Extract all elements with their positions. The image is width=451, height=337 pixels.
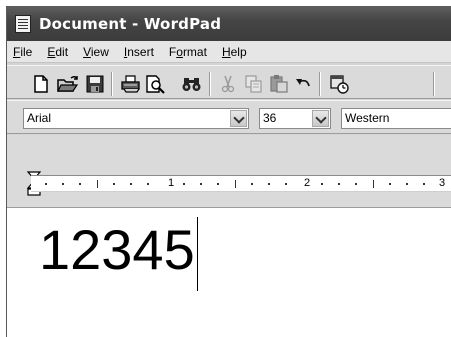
copy-icon bbox=[245, 75, 262, 93]
standard-toolbar bbox=[7, 65, 451, 99]
font-name-select[interactable]: Arial bbox=[23, 108, 249, 129]
cut-icon bbox=[221, 75, 235, 93]
ruler-tick bbox=[97, 180, 98, 188]
ruler-dot bbox=[355, 183, 357, 185]
cut-button bbox=[218, 74, 238, 94]
font-script-value: Western bbox=[345, 111, 390, 125]
ruler-number: 1 bbox=[168, 177, 175, 189]
ruler-number: 3 bbox=[439, 177, 446, 189]
new-icon bbox=[34, 75, 48, 93]
insert-datetime-button[interactable] bbox=[329, 74, 349, 94]
new-button[interactable] bbox=[31, 74, 51, 94]
document-editor[interactable]: 12345 bbox=[7, 207, 451, 337]
print-preview-button[interactable] bbox=[145, 74, 165, 94]
ruler-dot bbox=[147, 183, 149, 185]
toolbar-separator bbox=[111, 72, 113, 96]
toolbar-separator bbox=[209, 72, 211, 96]
ruler-dot bbox=[183, 183, 185, 185]
find-button[interactable] bbox=[181, 74, 201, 94]
print-icon bbox=[121, 75, 140, 93]
font-name-value: Arial bbox=[27, 111, 52, 125]
print-preview-icon bbox=[146, 75, 165, 94]
font-script-select[interactable]: Western bbox=[341, 108, 451, 129]
ruler-dot bbox=[217, 183, 219, 185]
menu-format[interactable]: Format bbox=[167, 45, 207, 59]
title-bar[interactable]: Document - WordPad bbox=[7, 7, 451, 41]
ruler-dot bbox=[251, 183, 253, 185]
toolbar-separator bbox=[433, 72, 435, 96]
wordpad-document-icon[interactable] bbox=[15, 15, 31, 33]
ruler-dot bbox=[268, 183, 270, 185]
chevron-down-icon[interactable] bbox=[230, 110, 247, 127]
document-text[interactable]: 12345 bbox=[39, 217, 198, 291]
ruler-dot bbox=[321, 183, 323, 185]
ruler-dot bbox=[423, 183, 425, 185]
ruler-dot bbox=[79, 183, 81, 185]
save-button[interactable] bbox=[85, 74, 105, 94]
menu-edit[interactable]: Edit bbox=[45, 45, 68, 59]
document-content: 12345 bbox=[39, 218, 195, 281]
ruler-tick bbox=[235, 180, 236, 188]
ruler-tick bbox=[373, 180, 374, 188]
paste-button[interactable] bbox=[269, 74, 289, 94]
wordpad-window: Document - WordPad File Edit View Insert… bbox=[6, 6, 451, 337]
ruler-dot bbox=[200, 183, 202, 185]
paste-icon bbox=[270, 75, 288, 93]
format-toolbar: Arial 36 Western bbox=[7, 100, 451, 134]
toolbar-separator bbox=[319, 72, 321, 96]
menu-file[interactable]: File bbox=[11, 45, 32, 59]
print-button[interactable] bbox=[120, 74, 140, 94]
menu-bar: File Edit View Insert Format Help bbox=[7, 41, 451, 63]
ruler-area: 1 2 3 bbox=[7, 135, 451, 207]
menu-view[interactable]: View bbox=[81, 45, 109, 59]
font-size-value: 36 bbox=[263, 111, 277, 125]
ruler-dot bbox=[62, 183, 64, 185]
window-title: Document - WordPad bbox=[39, 15, 222, 33]
ruler-dot bbox=[130, 183, 132, 185]
ruler-dot bbox=[113, 183, 115, 185]
undo-icon bbox=[296, 79, 310, 87]
font-size-select[interactable]: 36 bbox=[259, 108, 331, 129]
ruler-dot bbox=[285, 183, 287, 185]
chevron-down-icon[interactable] bbox=[312, 110, 329, 127]
undo-button[interactable] bbox=[293, 74, 313, 94]
find-icon bbox=[182, 78, 201, 91]
ruler-dot bbox=[406, 183, 408, 185]
menu-insert[interactable]: Insert bbox=[122, 45, 154, 59]
ruler-dot bbox=[45, 183, 47, 185]
ruler-number: 2 bbox=[304, 177, 311, 189]
save-icon bbox=[86, 75, 104, 93]
open-button[interactable] bbox=[57, 74, 79, 94]
menu-help[interactable]: Help bbox=[220, 45, 247, 59]
open-icon bbox=[57, 75, 79, 92]
copy-button bbox=[244, 74, 264, 94]
ruler-dot bbox=[389, 183, 391, 185]
insert-datetime-icon bbox=[330, 75, 349, 94]
text-caret bbox=[196, 217, 198, 291]
ruler[interactable]: 1 2 3 bbox=[31, 175, 451, 192]
ruler-dot bbox=[338, 183, 340, 185]
